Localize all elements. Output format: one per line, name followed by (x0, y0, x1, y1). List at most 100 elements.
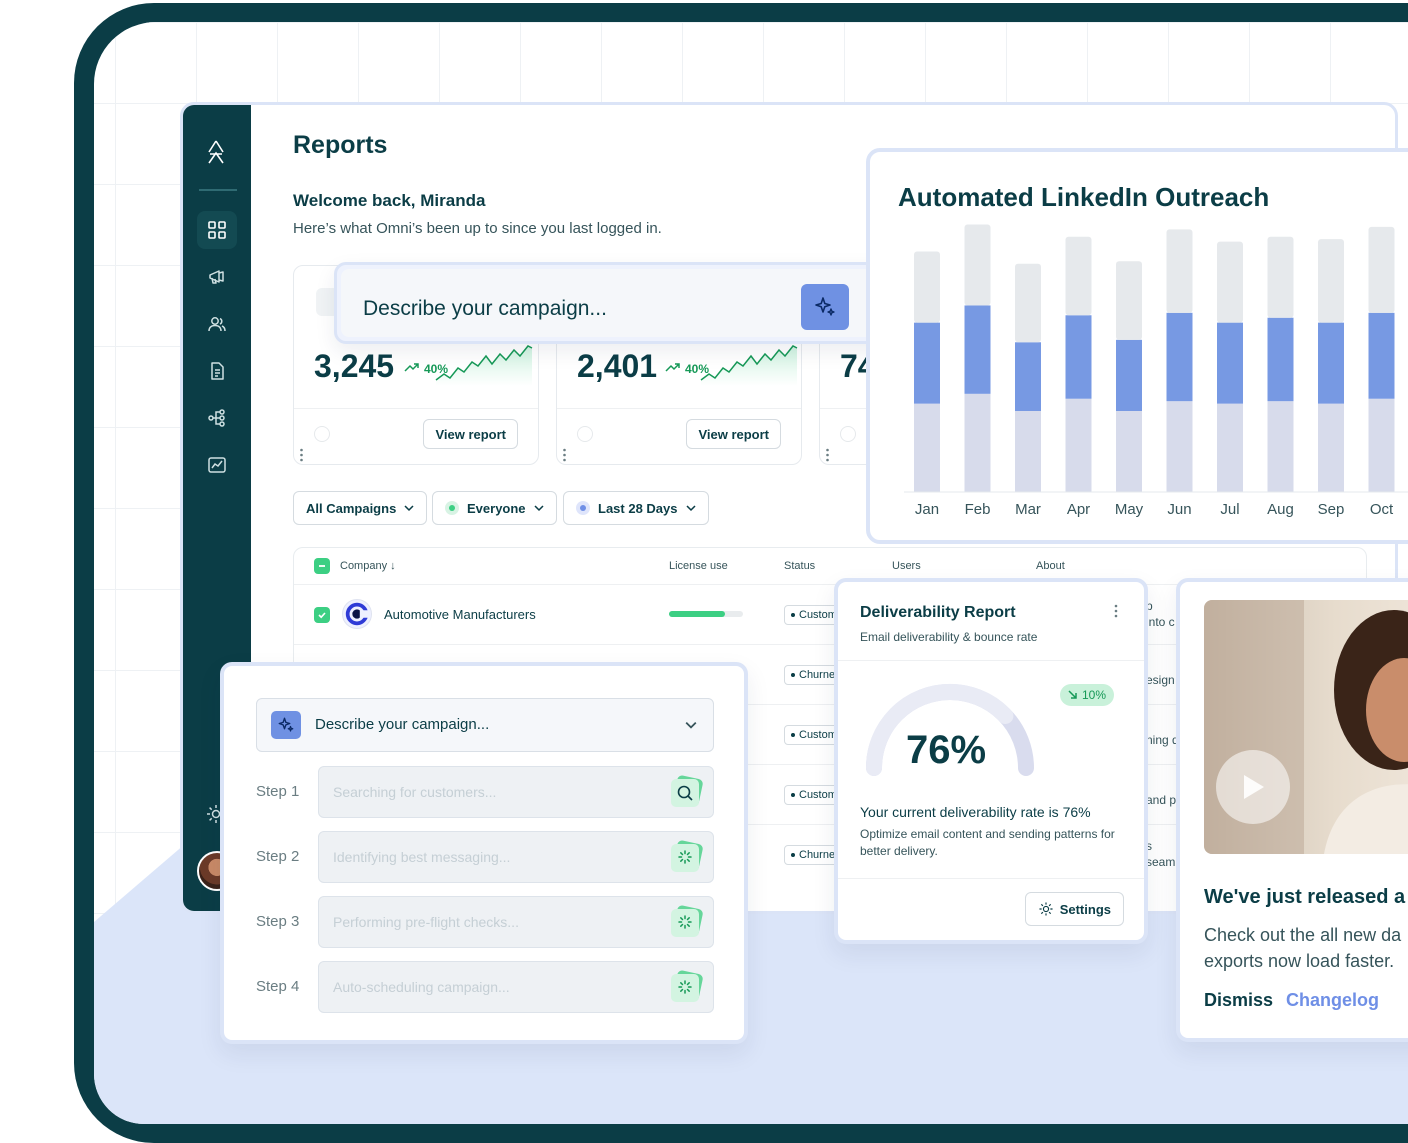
status-dot-icon (445, 501, 459, 515)
step-label: Step 1 (256, 783, 300, 800)
chevron-down-icon (404, 505, 414, 512)
row-checkbox[interactable] (314, 607, 330, 623)
sidebar-item-campaigns[interactable] (197, 258, 237, 296)
chart-bar-segment (1217, 403, 1243, 492)
chart-bar-segment (1065, 315, 1092, 399)
welcome-heading: Welcome back, Miranda (293, 191, 486, 210)
deliverability-title: Deliverability Report (860, 604, 1016, 621)
stat-icon (314, 426, 330, 442)
step-field: Auto-scheduling campaign... (318, 961, 714, 1013)
describe-campaign-label: Describe your campaign... (315, 716, 490, 733)
sidebar-item-documents[interactable] (197, 352, 237, 390)
sparkle-icon (815, 297, 835, 316)
about-text: and pr (1146, 793, 1181, 807)
dismiss-button[interactable]: Dismiss (1204, 990, 1273, 1011)
about-text: seaml (1146, 855, 1179, 869)
divider (838, 660, 1144, 661)
users-icon (208, 317, 226, 332)
view-report-button[interactable]: View report (423, 419, 518, 449)
sidebar-item-workflows[interactable] (197, 399, 237, 437)
outreach-bar-chart: Jan Feb Mar Apr May Jun Jul Aug Sep Oct (904, 224, 1408, 518)
chevron-down-icon[interactable] (685, 719, 697, 731)
chart-bar-segment (1368, 398, 1395, 492)
settings-button[interactable]: Settings (1024, 892, 1124, 926)
x-tick-label: Mar (1015, 501, 1041, 518)
column-header-about[interactable]: About (1036, 560, 1065, 572)
step-field: Searching for customers... (318, 766, 714, 818)
step-label: Step 3 (256, 913, 300, 930)
date-range-filter[interactable]: Last 28 Days (563, 491, 709, 525)
column-header-users[interactable]: Users (892, 560, 921, 572)
select-all-checkbox[interactable] (314, 558, 330, 574)
describe-campaign-input[interactable]: Describe your campaign... (341, 269, 909, 337)
stat-value: 3,245 (314, 348, 395, 384)
chart-bar-segment (1217, 241, 1243, 323)
chart-bar-segment (914, 403, 940, 492)
chart-bar-segment (1267, 401, 1294, 492)
chart-bar-segment (1267, 317, 1294, 402)
chevron-down-icon (685, 505, 696, 512)
settings-button-label: Settings (1059, 901, 1111, 917)
chart-bar-segment (1166, 312, 1193, 402)
ai-generate-button[interactable] (271, 711, 301, 739)
more-icon[interactable] (1114, 604, 1118, 618)
more-icon[interactable] (563, 448, 566, 462)
about-text: into c (1146, 615, 1175, 629)
chart-bar-segment (1368, 312, 1395, 399)
x-tick-label: Feb (965, 501, 991, 518)
chart-bar-segment (1015, 411, 1041, 492)
checkmark-icon (318, 612, 326, 619)
sidebar-item-users[interactable] (197, 305, 237, 343)
workflow-icon (208, 409, 225, 427)
column-header-company[interactable]: Company ↓ (340, 560, 396, 572)
sidebar-item-analytics[interactable] (197, 446, 237, 484)
sidebar-item-dashboard[interactable] (197, 211, 237, 249)
minus-icon (319, 565, 325, 567)
play-button[interactable] (1216, 750, 1290, 824)
chart-bar-segment (1318, 322, 1344, 404)
describe-campaign-dropdown[interactable]: Describe your campaign... (334, 262, 916, 344)
company-name: Automotive Manufacturers (384, 607, 536, 622)
about-text: ning d (1146, 733, 1179, 747)
step-field: Identifying best messaging... (318, 831, 714, 883)
more-icon[interactable] (826, 448, 829, 462)
chart-bar-segment (1267, 236, 1294, 318)
campaigns-filter-label: All Campaigns (306, 500, 397, 516)
page-title: Reports (293, 131, 388, 159)
about-text: esign (1146, 673, 1175, 687)
column-header-license[interactable]: License use (669, 560, 728, 572)
step-status-text: Performing pre-flight checks... (333, 914, 519, 930)
x-tick-label: Jan (915, 501, 939, 518)
x-tick-label: Sep (1318, 501, 1345, 518)
megaphone-icon (209, 270, 224, 284)
date-range-filter-label: Last 28 Days (598, 500, 678, 516)
deliverability-report-card: Deliverability Report Email deliverabili… (834, 578, 1148, 944)
divider (294, 408, 538, 409)
chart-bar-segment (964, 393, 991, 492)
changelog-link[interactable]: Changelog (1286, 990, 1379, 1011)
release-video-thumbnail[interactable] (1204, 600, 1408, 854)
chart-bar-segment (1116, 411, 1142, 492)
license-use-bar (669, 611, 743, 617)
chart-bar-segment (1015, 263, 1041, 343)
stat-value: 2,401 (577, 348, 658, 384)
campaign-steps-card: Describe your campaign... Step 1 Searchi… (220, 662, 748, 1044)
delta-badge: 10% (1060, 684, 1115, 706)
chart-bar-segment (1116, 261, 1142, 340)
describe-campaign-dropdown[interactable]: Describe your campaign... (256, 698, 714, 752)
dashboard-grid-icon (208, 221, 226, 239)
chart-icon (208, 457, 226, 473)
more-icon[interactable] (300, 448, 303, 462)
sparkline (435, 345, 533, 386)
ai-generate-button[interactable] (801, 284, 849, 330)
campaigns-filter[interactable]: All Campaigns (293, 491, 428, 525)
document-icon (211, 362, 224, 380)
x-tick-label: May (1115, 501, 1144, 518)
column-header-status[interactable]: Status (784, 560, 815, 572)
trend-up-icon (404, 363, 419, 372)
view-report-button[interactable]: View report (686, 419, 781, 449)
chart-bar-segment (1166, 401, 1193, 492)
audience-filter[interactable]: Everyone (432, 491, 557, 525)
chart-bar-segment (1217, 322, 1243, 404)
deliverability-value: 76% (906, 728, 987, 772)
